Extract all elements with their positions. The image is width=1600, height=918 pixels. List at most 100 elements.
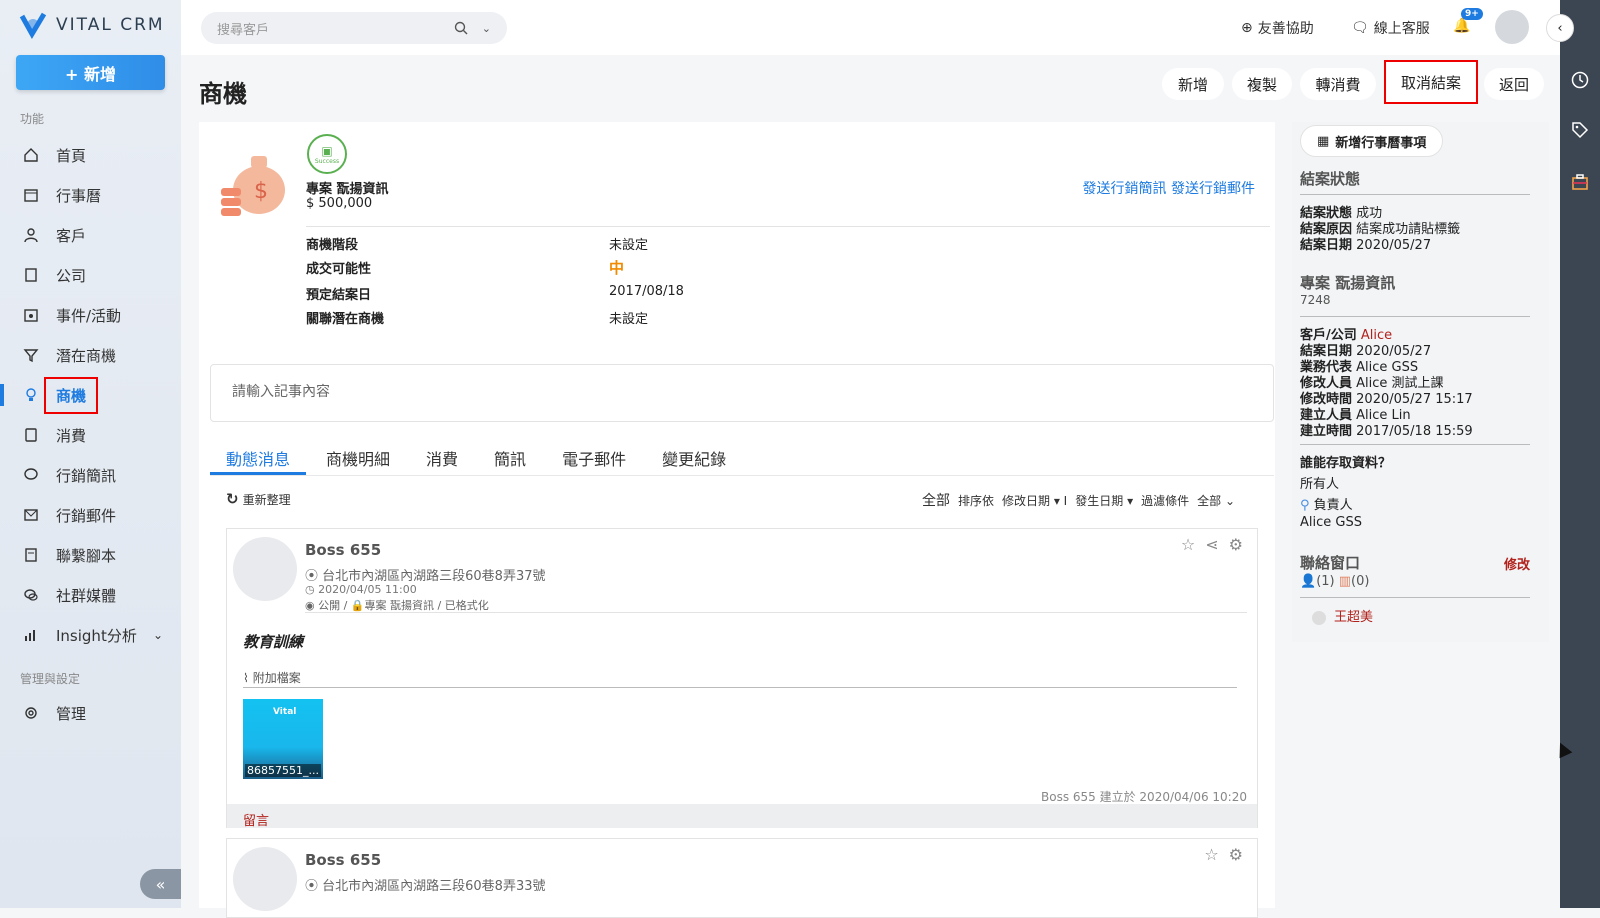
close-date-row: 結案日期 2020/05/27 xyxy=(1300,234,1431,253)
back-button[interactable]: 返回 xyxy=(1484,68,1544,100)
post-author[interactable]: Boss 655 xyxy=(305,541,381,559)
divider xyxy=(1300,444,1530,445)
refresh-icon: ↻ xyxy=(226,490,239,508)
gear-icon[interactable]: ⚙ xyxy=(1229,535,1243,554)
contact-edit-link[interactable]: 修改 xyxy=(1504,554,1530,573)
sidebar-item-script[interactable]: 聯繫腳本 xyxy=(0,535,181,575)
close-status-title: 結案狀態 xyxy=(1300,170,1361,188)
refresh-label: 重新整理 xyxy=(242,492,291,507)
tag-icon[interactable] xyxy=(1570,120,1590,140)
divider xyxy=(1300,597,1530,598)
sidebar-item-consumption[interactable]: 消費 xyxy=(0,415,181,455)
search-input[interactable]: 搜尋客戶 ⌄ xyxy=(201,12,507,44)
search-icon[interactable] xyxy=(454,21,468,35)
sidebar-item-label: 聯繫腳本 xyxy=(56,546,117,565)
sidebar-item-leads[interactable]: 潛在商機 xyxy=(0,335,181,375)
location-icon: ⦿ xyxy=(305,569,323,584)
support-link[interactable]: 🗨 線上客服 xyxy=(1351,18,1430,38)
access-title: 誰能存取資料？ xyxy=(1300,456,1392,471)
post-datetime-text: 2020/04/05 11:00 xyxy=(318,583,417,596)
star-icon[interactable]: ☆ xyxy=(1181,535,1195,554)
clock-icon: ◷ xyxy=(305,583,319,596)
new-button[interactable]: + 新增 xyxy=(16,55,165,90)
sidebar-item-calendar[interactable]: 行事曆 xyxy=(0,175,181,215)
home-icon xyxy=(22,146,40,164)
filter-all[interactable]: 全部 xyxy=(922,490,950,510)
attachment-label-text: 附加檔案 xyxy=(252,671,301,685)
sidebar-item-label: 消費 xyxy=(56,426,87,445)
sidebar-item-label: 行銷簡訊 xyxy=(56,466,117,485)
accessibility-label: 友善協助 xyxy=(1257,21,1314,37)
comment-link[interactable]: 留言 xyxy=(227,804,1257,829)
add-calendar-button[interactable]: ▦ 新增行事曆事項 xyxy=(1300,125,1444,157)
send-mail-link[interactable]: 發送行銷郵件 xyxy=(1171,181,1255,197)
feed-filters: 全部 排序依 修改日期 ▾ I 發生日期 ▾ 過濾條件 全部 ⌄ xyxy=(922,490,1235,510)
field-value-stage: 未設定 xyxy=(609,238,649,253)
sort-field-select[interactable]: 修改日期 ▾ I xyxy=(1002,492,1067,509)
contact-count-2: (0) xyxy=(1351,574,1370,589)
refresh-button[interactable]: ↻ 重新整理 xyxy=(226,490,291,508)
tab-consumption[interactable]: 消費 xyxy=(410,440,474,475)
attachment-thumbnail[interactable]: Vital 86857551_... xyxy=(243,699,323,779)
sidebar-item-label: 管理 xyxy=(56,704,87,723)
sidebar-item-home[interactable]: 首頁 xyxy=(0,135,181,175)
close-date-label: 結案日期 xyxy=(1300,238,1353,253)
contact-item[interactable]: 王超美 xyxy=(1312,606,1373,625)
sidebar-item-insight[interactable]: Insight分析 ⌄ xyxy=(0,615,181,655)
sidebar-item-sms[interactable]: 行銷簡訊 xyxy=(0,455,181,495)
divider xyxy=(243,687,1237,688)
access-responsible: ⚲ 負責人 xyxy=(1300,494,1353,513)
date-field-select[interactable]: 發生日期 ▾ xyxy=(1075,492,1133,509)
tab-details[interactable]: 商機明細 xyxy=(310,440,406,475)
clock-icon[interactable] xyxy=(1570,70,1590,90)
tab-feed[interactable]: 動態消息 xyxy=(210,440,307,475)
page-title: 商機 xyxy=(199,80,247,108)
convert-to-consumption-button[interactable]: 轉消費 xyxy=(1300,68,1376,100)
collapse-sidebar-button[interactable]: « xyxy=(140,869,181,899)
sidebar-item-social[interactable]: 社群媒體 xyxy=(0,575,181,615)
tab-sms[interactable]: 簡訊 xyxy=(478,440,542,475)
sidebar-item-label: 行銷郵件 xyxy=(56,506,117,525)
post-actions: ☆ ⋖ ⚙ xyxy=(1181,535,1243,554)
mail-icon xyxy=(22,506,40,524)
briefcase-icon[interactable] xyxy=(1570,172,1590,192)
accessibility-link[interactable]: ⊕ 友善協助 xyxy=(1241,18,1314,38)
notification-bell[interactable]: 🔔 xyxy=(1453,18,1470,34)
gear-icon[interactable]: ⚙ xyxy=(1229,845,1243,864)
sidebar-item-opportunity[interactable]: 商機 xyxy=(0,375,181,415)
tab-bar: 動態消息 商機明細 消費 簡訊 電子郵件 變更紀錄 xyxy=(210,440,1274,476)
chevron-down-icon[interactable]: ⌄ xyxy=(153,628,163,642)
send-sms-link[interactable]: 發送行銷簡訊 xyxy=(1083,181,1167,197)
collapse-right-panel-button[interactable]: ‹ xyxy=(1546,14,1574,42)
section-label-function: 功能 xyxy=(20,112,45,126)
copy-button[interactable]: 複製 xyxy=(1232,68,1292,100)
contact-title: 聯絡窗口 xyxy=(1300,554,1361,572)
feed-post: Boss 655 ⦿ 台北市內湖區內湖路三段60巷8弄33號 ☆ ⚙ xyxy=(226,838,1258,918)
post-author[interactable]: Boss 655 xyxy=(305,851,381,869)
star-icon[interactable]: ☆ xyxy=(1204,845,1218,864)
tab-history[interactable]: 變更紀錄 xyxy=(646,440,742,475)
share-icon[interactable]: ⋖ xyxy=(1205,535,1218,554)
cancel-close-button[interactable]: 取消結案 xyxy=(1384,60,1478,104)
add-calendar-label: 新增行事曆事項 xyxy=(1335,135,1427,151)
add-button[interactable]: 新增 xyxy=(1162,68,1224,100)
sidebar-item-company[interactable]: 公司 xyxy=(0,255,181,295)
sidebar-item-mail[interactable]: 行銷郵件 xyxy=(0,495,181,535)
sidebar-item-customers[interactable]: 客戶 xyxy=(0,215,181,255)
note-input[interactable]: 請輸入記事內容 xyxy=(210,364,1274,422)
access-owner: 所有人 xyxy=(1300,477,1340,492)
post-title: 教育訓練 xyxy=(243,633,304,651)
sidebar-item-events[interactable]: 事件/活動 xyxy=(0,295,181,335)
project-id: 7248 xyxy=(1300,293,1331,307)
filter-select[interactable]: 全部 ⌄ xyxy=(1197,492,1235,509)
success-badge-text: Success xyxy=(314,157,340,165)
chevron-down-icon[interactable]: ⌄ xyxy=(482,22,491,35)
tab-email[interactable]: 電子郵件 xyxy=(546,440,642,475)
person-icon xyxy=(22,226,40,244)
detail-label: 建立時間 xyxy=(1300,424,1353,439)
logo[interactable]: VITAL CRM xyxy=(18,10,165,40)
eye-icon: ◉ xyxy=(305,599,319,612)
sidebar-item-admin[interactable]: 管理 xyxy=(0,693,181,733)
sidebar-item-label: 行事曆 xyxy=(56,186,102,205)
avatar[interactable] xyxy=(1495,10,1529,44)
